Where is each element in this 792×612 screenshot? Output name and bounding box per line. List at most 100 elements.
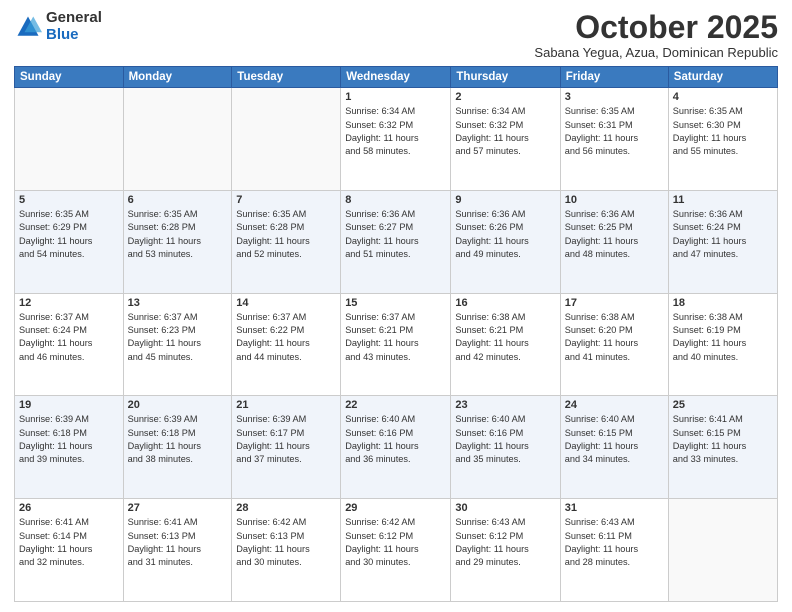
day-number: 31: [565, 502, 664, 514]
weekday-header-tuesday: Tuesday: [232, 67, 341, 88]
calendar-cell: 11 Sunrise: 6:36 AM Sunset: 6:24 PM Dayli…: [668, 190, 777, 293]
day-info: Sunrise: 6:38 AM Sunset: 6:19 PM Dayligh…: [673, 311, 773, 364]
day-number: 22: [345, 399, 446, 411]
day-info: Sunrise: 6:42 AM Sunset: 6:13 PM Dayligh…: [236, 516, 336, 569]
day-number: 20: [128, 399, 228, 411]
calendar-cell: [15, 88, 124, 191]
calendar-cell: [668, 499, 777, 602]
day-info: Sunrise: 6:36 AM Sunset: 6:25 PM Dayligh…: [565, 208, 664, 261]
day-number: 12: [19, 297, 119, 309]
calendar-cell: 31 Sunrise: 6:43 AM Sunset: 6:11 PM Dayli…: [560, 499, 668, 602]
calendar-cell: 2Sunrise: 6:34 AM Sunset: 6:32 PM Daylig…: [451, 88, 560, 191]
month-title: October 2025: [534, 10, 778, 45]
week-row-1: 1 Sunrise: 6:34 AM Sunset: 6:32 PM Daylig…: [15, 88, 778, 191]
logo: General Blue: [14, 10, 102, 43]
day-info: Sunrise: 6:42 AM Sunset: 6:12 PM Dayligh…: [345, 516, 446, 569]
day-info: Sunrise: 6:39 AM Sunset: 6:18 PM Dayligh…: [19, 413, 119, 466]
calendar: SundayMondayTuesdayWednesdayThursdayFrid…: [14, 66, 778, 602]
calendar-cell: 25 Sunrise: 6:41 AM Sunset: 6:15 PM Dayli…: [668, 396, 777, 499]
day-number: 8: [345, 194, 446, 206]
day-number: 14: [236, 297, 336, 309]
day-number: 15: [345, 297, 446, 309]
location: Sabana Yegua, Azua, Dominican Republic: [534, 45, 778, 60]
header: General Blue October 2025 Sabana Yegua, …: [14, 10, 778, 60]
day-number: 25: [673, 399, 773, 411]
day-number: 28: [236, 502, 336, 514]
day-number: 26: [19, 502, 119, 514]
day-info: Sunrise: 6:39 AM Sunset: 6:18 PM Dayligh…: [128, 413, 228, 466]
calendar-cell: 17Sunrise: 6:38 AM Sunset: 6:20 PM Dayli…: [560, 293, 668, 396]
calendar-cell: 3 Sunrise: 6:35 AM Sunset: 6:31 PM Daylig…: [560, 88, 668, 191]
calendar-cell: 9Sunrise: 6:36 AM Sunset: 6:26 PM Daylig…: [451, 190, 560, 293]
calendar-cell: 12 Sunrise: 6:37 AM Sunset: 6:24 PM Dayli…: [15, 293, 124, 396]
calendar-cell: 28 Sunrise: 6:42 AM Sunset: 6:13 PM Dayli…: [232, 499, 341, 602]
day-info: Sunrise: 6:41 AM Sunset: 6:13 PM Dayligh…: [128, 516, 228, 569]
day-number: 1: [345, 91, 446, 103]
calendar-cell: 19Sunrise: 6:39 AM Sunset: 6:18 PM Dayli…: [15, 396, 124, 499]
day-info: Sunrise: 6:40 AM Sunset: 6:15 PM Dayligh…: [565, 413, 664, 466]
calendar-cell: 30 Sunrise: 6:43 AM Sunset: 6:12 PM Dayli…: [451, 499, 560, 602]
day-number: 16: [455, 297, 555, 309]
calendar-cell: 13Sunrise: 6:37 AM Sunset: 6:23 PM Dayli…: [123, 293, 232, 396]
calendar-cell: [232, 88, 341, 191]
day-number: 30: [455, 502, 555, 514]
day-number: 6: [128, 194, 228, 206]
day-number: 27: [128, 502, 228, 514]
week-row-3: 12 Sunrise: 6:37 AM Sunset: 6:24 PM Dayli…: [15, 293, 778, 396]
calendar-cell: 5Sunrise: 6:35 AM Sunset: 6:29 PM Daylig…: [15, 190, 124, 293]
day-number: 5: [19, 194, 119, 206]
weekday-header-wednesday: Wednesday: [341, 67, 451, 88]
day-number: 4: [673, 91, 773, 103]
day-info: Sunrise: 6:35 AM Sunset: 6:31 PM Dayligh…: [565, 105, 664, 158]
calendar-cell: 26Sunrise: 6:41 AM Sunset: 6:14 PM Dayli…: [15, 499, 124, 602]
day-info: Sunrise: 6:38 AM Sunset: 6:21 PM Dayligh…: [455, 311, 555, 364]
day-info: Sunrise: 6:37 AM Sunset: 6:24 PM Dayligh…: [19, 311, 119, 364]
calendar-cell: 8 Sunrise: 6:36 AM Sunset: 6:27 PM Daylig…: [341, 190, 451, 293]
day-info: Sunrise: 6:36 AM Sunset: 6:27 PM Dayligh…: [345, 208, 446, 261]
weekday-header-friday: Friday: [560, 67, 668, 88]
week-row-2: 5Sunrise: 6:35 AM Sunset: 6:29 PM Daylig…: [15, 190, 778, 293]
day-info: Sunrise: 6:38 AM Sunset: 6:20 PM Dayligh…: [565, 311, 664, 364]
logo-general: General: [46, 10, 102, 27]
day-number: 24: [565, 399, 664, 411]
calendar-cell: 20 Sunrise: 6:39 AM Sunset: 6:18 PM Dayli…: [123, 396, 232, 499]
day-info: Sunrise: 6:43 AM Sunset: 6:12 PM Dayligh…: [455, 516, 555, 569]
day-number: 18: [673, 297, 773, 309]
calendar-cell: 16 Sunrise: 6:38 AM Sunset: 6:21 PM Dayli…: [451, 293, 560, 396]
calendar-cell: 15 Sunrise: 6:37 AM Sunset: 6:21 PM Dayli…: [341, 293, 451, 396]
day-info: Sunrise: 6:37 AM Sunset: 6:21 PM Dayligh…: [345, 311, 446, 364]
day-number: 11: [673, 194, 773, 206]
weekday-header-monday: Monday: [123, 67, 232, 88]
day-number: 21: [236, 399, 336, 411]
day-info: Sunrise: 6:39 AM Sunset: 6:17 PM Dayligh…: [236, 413, 336, 466]
day-info: Sunrise: 6:36 AM Sunset: 6:24 PM Dayligh…: [673, 208, 773, 261]
calendar-cell: 21 Sunrise: 6:39 AM Sunset: 6:17 PM Dayli…: [232, 396, 341, 499]
calendar-cell: 22 Sunrise: 6:40 AM Sunset: 6:16 PM Dayli…: [341, 396, 451, 499]
calendar-cell: 27 Sunrise: 6:41 AM Sunset: 6:13 PM Dayli…: [123, 499, 232, 602]
day-info: Sunrise: 6:41 AM Sunset: 6:15 PM Dayligh…: [673, 413, 773, 466]
calendar-cell: 18 Sunrise: 6:38 AM Sunset: 6:19 PM Dayli…: [668, 293, 777, 396]
day-info: Sunrise: 6:43 AM Sunset: 6:11 PM Dayligh…: [565, 516, 664, 569]
calendar-cell: [123, 88, 232, 191]
day-info: Sunrise: 6:34 AM Sunset: 6:32 PM Dayligh…: [455, 105, 555, 158]
calendar-cell: 24 Sunrise: 6:40 AM Sunset: 6:15 PM Dayli…: [560, 396, 668, 499]
weekday-header-row: SundayMondayTuesdayWednesdayThursdayFrid…: [15, 67, 778, 88]
day-info: Sunrise: 6:35 AM Sunset: 6:28 PM Dayligh…: [128, 208, 228, 261]
calendar-cell: 7Sunrise: 6:35 AM Sunset: 6:28 PM Daylig…: [232, 190, 341, 293]
day-number: 9: [455, 194, 555, 206]
calendar-cell: 6 Sunrise: 6:35 AM Sunset: 6:28 PM Daylig…: [123, 190, 232, 293]
day-info: Sunrise: 6:35 AM Sunset: 6:30 PM Dayligh…: [673, 105, 773, 158]
calendar-cell: 1Sunrise: 6:34 AM Sunset: 6:32 PM Daylig…: [341, 88, 451, 191]
weekday-header-thursday: Thursday: [451, 67, 560, 88]
calendar-cell: 4 Sunrise: 6:35 AM Sunset: 6:30 PM Daylig…: [668, 88, 777, 191]
day-info: Sunrise: 6:35 AM Sunset: 6:28 PM Dayligh…: [236, 208, 336, 261]
day-number: 23: [455, 399, 555, 411]
day-number: 10: [565, 194, 664, 206]
day-number: 29: [345, 502, 446, 514]
week-row-4: 19Sunrise: 6:39 AM Sunset: 6:18 PM Dayli…: [15, 396, 778, 499]
day-info: Sunrise: 6:40 AM Sunset: 6:16 PM Dayligh…: [345, 413, 446, 466]
day-number: 3: [565, 91, 664, 103]
logo-icon: [14, 13, 42, 41]
page: General Blue October 2025 Sabana Yegua, …: [0, 0, 792, 612]
calendar-cell: 29 Sunrise: 6:42 AM Sunset: 6:12 PM Dayli…: [341, 499, 451, 602]
